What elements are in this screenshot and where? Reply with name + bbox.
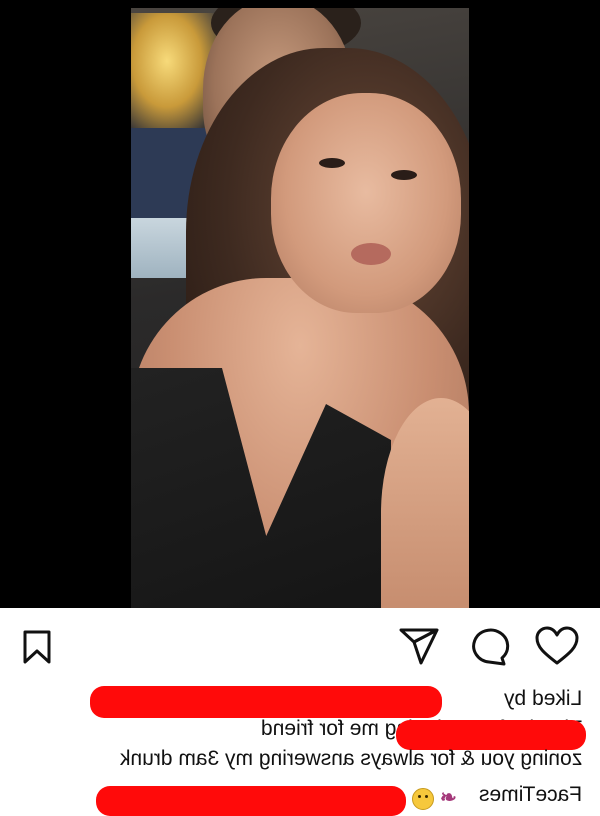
post-photo[interactable]: [131, 8, 469, 608]
caption-line-3: FaceTimes: [478, 783, 582, 806]
post-caption: Liked by Thanks for not hating me for fr…: [0, 678, 600, 816]
woman-lips: [351, 243, 391, 265]
post-action-bar: [0, 608, 600, 678]
woman-face: [271, 93, 461, 313]
woman-eye-right: [391, 170, 417, 180]
comment-icon[interactable]: [468, 626, 510, 666]
post-image-frame: [0, 0, 600, 608]
redaction-liked-by: [90, 686, 442, 718]
bookmark-icon[interactable]: [22, 630, 52, 664]
smiley-face-emoji-icon: [412, 788, 434, 810]
heart-icon[interactable]: [534, 626, 580, 666]
redaction-tags: [96, 786, 406, 816]
caption-line-2: zoning you & for always answering my 3am…: [119, 747, 582, 770]
woman-eye-left: [319, 158, 345, 168]
share-icon[interactable]: [398, 626, 440, 666]
liked-by-text[interactable]: Liked by: [504, 686, 582, 712]
ribbon-emoji-icon: ❧: [440, 787, 457, 809]
